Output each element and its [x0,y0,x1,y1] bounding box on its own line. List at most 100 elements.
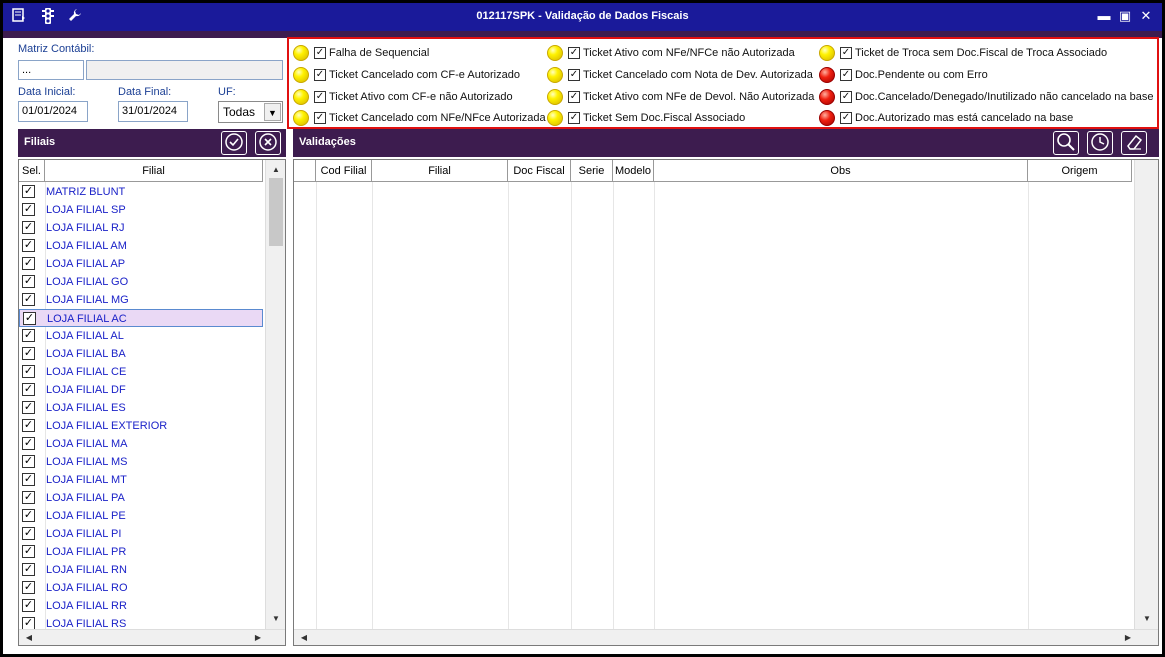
yellow-status-icon [547,89,563,105]
scroll-up-icon[interactable]: ▲ [268,162,284,178]
filial-checkbox[interactable]: ✓ [22,563,35,576]
legend-checkbox[interactable]: ✓ [568,112,580,124]
uf-label: UF: [218,86,236,98]
filiais-hscrollbar[interactable]: ◀ ▶ [19,629,285,645]
chevron-down-icon[interactable]: ▼ [264,103,281,121]
scroll-down-icon[interactable]: ▼ [268,611,284,627]
col-header-doc-fiscal[interactable]: Doc Fiscal [508,160,571,182]
filial-row[interactable]: ✓ LOJA FILIAL PE [19,507,263,525]
filial-name: LOJA FILIAL PE [46,510,126,522]
filial-row[interactable]: ✓ LOJA FILIAL EXTERIOR [19,417,263,435]
filial-row[interactable]: ✓ LOJA FILIAL ES [19,399,263,417]
col-header-origem[interactable]: Origem [1028,160,1132,182]
filial-checkbox[interactable]: ✓ [22,275,35,288]
close-icon[interactable]: ✕ [1135,7,1157,25]
filial-checkbox[interactable]: ✓ [22,239,35,252]
col-header-obs[interactable]: Obs [654,160,1028,182]
filial-checkbox[interactable]: ✓ [23,312,36,325]
scroll-thumb[interactable] [269,178,283,246]
filial-row[interactable]: ✓ LOJA FILIAL RR [19,597,263,615]
filial-checkbox[interactable]: ✓ [22,383,35,396]
data-inicial-input[interactable]: 01/01/2024 [18,101,88,122]
filial-row[interactable]: ✓ LOJA FILIAL MG [19,291,263,309]
maximize-icon[interactable]: ▣ [1114,7,1136,25]
col-header-sel[interactable]: Sel. [19,160,45,182]
legend-checkbox[interactable]: ✓ [840,69,852,81]
filial-checkbox[interactable]: ✓ [22,419,35,432]
filial-checkbox[interactable]: ✓ [22,491,35,504]
legend-checkbox[interactable]: ✓ [314,69,326,81]
legend-checkbox[interactable]: ✓ [568,47,580,59]
col-header-modelo[interactable]: Modelo [613,160,654,182]
legend-checkbox[interactable]: ✓ [840,112,852,124]
filial-checkbox[interactable]: ✓ [22,221,35,234]
filial-checkbox[interactable]: ✓ [22,293,35,306]
scroll-left-icon[interactable]: ◀ [21,630,37,645]
filial-row[interactable]: ✓ LOJA FILIAL RJ [19,219,263,237]
legend-checkbox[interactable]: ✓ [314,112,326,124]
filial-row[interactable]: ✓ LOJA FILIAL SP [19,201,263,219]
filial-row[interactable]: ✓ LOJA FILIAL CE [19,363,263,381]
col-header-filial[interactable]: Filial [45,160,263,182]
scroll-left-icon[interactable]: ◀ [296,630,312,645]
filial-row[interactable]: ✓ LOJA FILIAL AP [19,255,263,273]
clear-button[interactable] [1121,131,1147,155]
filial-row[interactable]: ✓ LOJA FILIAL GO [19,273,263,291]
filial-checkbox[interactable]: ✓ [22,203,35,216]
history-button[interactable] [1087,131,1113,155]
filial-checkbox[interactable]: ✓ [22,365,35,378]
filial-row[interactable]: ✓ LOJA FILIAL AC [19,309,263,327]
scroll-down-icon[interactable]: ▼ [1139,611,1155,627]
matriz-name-input[interactable] [86,60,283,80]
data-final-input[interactable]: 31/01/2024 [118,101,188,122]
filial-row[interactable]: ✓ LOJA FILIAL MS [19,453,263,471]
uncheck-all-button[interactable] [255,131,281,155]
filial-row[interactable]: ✓ MATRIZ BLUNT [19,183,263,201]
check-all-button[interactable] [221,131,247,155]
col-header-filial[interactable]: Filial [372,160,508,182]
filial-checkbox[interactable]: ✓ [22,437,35,450]
filial-row[interactable]: ✓ LOJA FILIAL BA [19,345,263,363]
filial-row[interactable]: ✓ LOJA FILIAL RO [19,579,263,597]
scroll-right-icon[interactable]: ▶ [1120,630,1136,645]
filial-checkbox[interactable]: ✓ [22,581,35,594]
filial-checkbox[interactable]: ✓ [22,455,35,468]
minimize-icon[interactable]: ▬ [1093,7,1115,25]
filial-row[interactable]: ✓ LOJA FILIAL DF [19,381,263,399]
filial-checkbox[interactable]: ✓ [22,509,35,522]
scroll-right-icon[interactable]: ▶ [250,630,266,645]
filial-checkbox[interactable]: ✓ [22,185,35,198]
filial-checkbox[interactable]: ✓ [22,329,35,342]
filial-row[interactable]: ✓ LOJA FILIAL MT [19,471,263,489]
col-header-serie[interactable]: Serie [571,160,613,182]
filial-row[interactable]: ✓ LOJA FILIAL PI [19,525,263,543]
check-circle-icon [225,133,243,151]
filial-row[interactable]: ✓ LOJA FILIAL MA [19,435,263,453]
filial-checkbox[interactable]: ✓ [22,401,35,414]
legend-checkbox[interactable]: ✓ [314,91,326,103]
filial-checkbox[interactable]: ✓ [22,257,35,270]
legend-checkbox[interactable]: ✓ [840,47,852,59]
filial-row[interactable]: ✓ LOJA FILIAL AL [19,327,263,345]
filial-checkbox[interactable]: ✓ [22,527,35,540]
validacoes-hscrollbar[interactable]: ◀ ▶ [294,629,1158,645]
search-button[interactable] [1053,131,1079,155]
filial-checkbox[interactable]: ✓ [22,545,35,558]
legend-checkbox[interactable]: ✓ [840,91,852,103]
validacoes-vscrollbar[interactable]: ▼ [1134,160,1158,629]
legend-checkbox[interactable]: ✓ [568,69,580,81]
legend-checkbox[interactable]: ✓ [314,47,326,59]
filial-row[interactable]: ✓ LOJA FILIAL PA [19,489,263,507]
filial-checkbox[interactable]: ✓ [22,473,35,486]
uf-select[interactable]: Todas ▼ [218,101,283,123]
column-divider [1028,182,1029,629]
matriz-code-input[interactable]: ... [18,60,84,80]
filiais-vscrollbar[interactable]: ▲ ▼ [265,160,285,629]
filial-checkbox[interactable]: ✓ [22,347,35,360]
filial-checkbox[interactable]: ✓ [22,599,35,612]
filial-row[interactable]: ✓ LOJA FILIAL RN [19,561,263,579]
filial-row[interactable]: ✓ LOJA FILIAL PR [19,543,263,561]
legend-checkbox[interactable]: ✓ [568,91,580,103]
filial-row[interactable]: ✓ LOJA FILIAL AM [19,237,263,255]
col-header-cod-filial[interactable]: Cod Filial [316,160,372,182]
